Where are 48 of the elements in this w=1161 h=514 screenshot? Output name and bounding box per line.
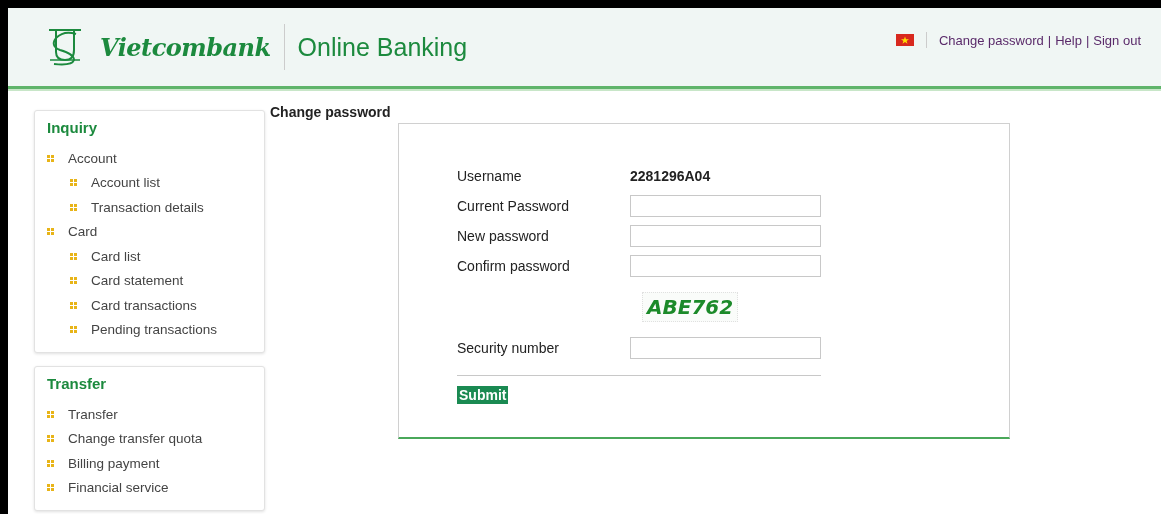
menu-item[interactable]: Card statement (91, 273, 184, 289)
field-label: Username (457, 168, 523, 184)
bullet-icon (70, 252, 77, 260)
header-link[interactable]: Change password (938, 32, 1044, 48)
field-label: New password (457, 228, 550, 244)
bullet-icon (47, 410, 54, 418)
bullet-icon (70, 326, 77, 334)
menu-item[interactable]: Change transfer quota (68, 431, 203, 447)
input-field[interactable] (630, 225, 821, 247)
brand-name: Vietcombank (100, 32, 271, 62)
header-link[interactable]: Sign out (1093, 32, 1141, 48)
menu-item[interactable]: Transfer (68, 406, 118, 422)
bank-logo-icon (46, 26, 84, 68)
field-label: Confirm password (457, 258, 571, 274)
menu-item[interactable]: Pending transactions (91, 322, 218, 338)
menu-item[interactable]: Card transactions (91, 297, 197, 313)
bullet-icon (47, 154, 54, 162)
bullet-icon (47, 484, 54, 492)
bullet-icon (47, 228, 54, 236)
input-field[interactable] (630, 255, 821, 277)
submit-button[interactable]: Submit (457, 386, 509, 404)
link-separator: | (1085, 32, 1090, 48)
link-separator: | (1047, 32, 1052, 48)
captcha-image: ABE762 (642, 292, 739, 322)
menu-item[interactable]: Billing payment (68, 455, 160, 471)
bullet-icon (70, 301, 77, 309)
panel-title: Inquiry (47, 119, 98, 136)
field-label: Current Password (457, 198, 571, 214)
header-link[interactable]: Help (1055, 32, 1082, 48)
flag-icon[interactable] (895, 34, 914, 46)
bullet-icon (47, 459, 54, 467)
menu-item[interactable]: Card list (91, 248, 141, 264)
menu-item[interactable]: Transaction details (91, 199, 204, 215)
menu-item[interactable]: Account (68, 150, 117, 166)
bullet-icon (70, 179, 77, 187)
product-name: Online Banking (297, 32, 468, 62)
menu-item[interactable]: Financial service (68, 480, 169, 496)
input-field[interactable] (630, 195, 821, 217)
bullet-icon (70, 277, 77, 285)
field-label: Security number (457, 340, 560, 356)
input-field[interactable] (630, 337, 821, 359)
username-value: 2281296A04 (630, 168, 712, 184)
menu-item[interactable]: Account list (91, 175, 161, 191)
bullet-icon (70, 203, 77, 211)
menu-item[interactable]: Card (68, 224, 98, 240)
page-title: Change password (270, 104, 391, 120)
bullet-icon (47, 435, 54, 443)
panel-title: Transfer (47, 375, 108, 392)
